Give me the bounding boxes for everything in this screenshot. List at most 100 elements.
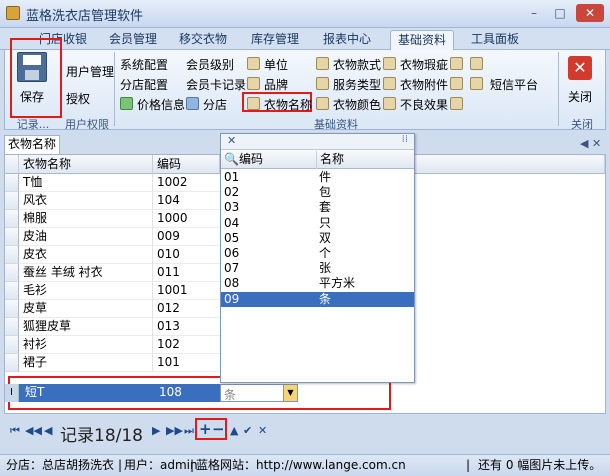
authorize-button[interactable]: 授权: [66, 90, 90, 107]
tab-tools[interactable]: 工具面板: [466, 30, 524, 50]
dropdown-option[interactable]: 06 个: [221, 246, 414, 261]
service-type-button[interactable]: 服务类型: [333, 76, 381, 93]
tab-transfer[interactable]: 移交衣物: [174, 30, 232, 50]
edit-cell-code[interactable]: 108: [155, 384, 220, 402]
cell-clothing-name[interactable]: 皮油: [19, 228, 153, 246]
dropdown-option[interactable]: 07 张: [221, 261, 414, 276]
first-record-button[interactable]: ⏮: [10, 424, 20, 438]
extra-icon-4[interactable]: [450, 97, 463, 110]
dropdown-header-name[interactable]: 名称: [316, 151, 414, 169]
last-record-button[interactable]: ⏭: [184, 424, 194, 438]
column-header-code[interactable]: 编码: [153, 155, 220, 174]
cell-clothing-name[interactable]: 蚕丝 羊绒 衬衣: [19, 264, 153, 282]
close-window-button[interactable]: ✕: [576, 4, 604, 22]
document-tab-clothing-name[interactable]: 衣物名称: [4, 135, 60, 154]
dropdown-option[interactable]: 01 件: [221, 170, 414, 185]
dropdown-option[interactable]: 04 只: [221, 216, 414, 231]
branch-config-button[interactable]: 分店配置: [120, 76, 168, 93]
cell-code[interactable]: 101: [153, 354, 220, 372]
tab-scroll-icon[interactable]: ◀ ✕: [580, 137, 601, 150]
tab-member[interactable]: 会员管理: [104, 30, 162, 50]
tab-reports[interactable]: 报表中心: [318, 30, 376, 50]
cell-code[interactable]: 013: [153, 318, 220, 336]
price-info-button[interactable]: 价格信息: [137, 96, 185, 113]
cell-code[interactable]: 010: [153, 246, 220, 264]
column-header-name[interactable]: 衣物名称: [19, 155, 153, 174]
cell-clothing-name[interactable]: 裙子: [19, 354, 153, 372]
dropdown-arrow-icon[interactable]: ▼: [283, 385, 297, 401]
clothing-color-button[interactable]: 衣物颜色: [333, 96, 381, 113]
tab-inventory[interactable]: 库存管理: [246, 30, 304, 50]
cell-clothing-name[interactable]: 风衣: [19, 192, 153, 210]
dropdown-grip-icon[interactable]: ⁞⁞: [402, 134, 408, 145]
cell-code[interactable]: 1002: [153, 174, 220, 192]
close-icon[interactable]: ✕: [568, 56, 592, 80]
bad-effect-button[interactable]: 不良效果: [400, 96, 448, 113]
cell-code[interactable]: 012: [153, 300, 220, 318]
edit-cell-name[interactable]: 短T: [21, 384, 151, 402]
member-card-record-button[interactable]: 会员卡记录: [186, 76, 246, 93]
clothing-attachment-button[interactable]: 衣物附件: [400, 76, 448, 93]
dropdown-option[interactable]: 08 平方米: [221, 276, 414, 291]
dropdown-close-icon[interactable]: ✕: [227, 134, 236, 147]
brand-button[interactable]: 品牌: [264, 76, 288, 93]
row-indicator[interactable]: [5, 300, 19, 318]
dropdown-option[interactable]: 02 包: [221, 185, 414, 200]
clothing-name-button[interactable]: 衣物名称: [264, 96, 312, 113]
row-indicator[interactable]: [5, 174, 19, 192]
unit-combobox[interactable]: 条 ▼: [220, 384, 298, 402]
cell-clothing-name[interactable]: 狐狸皮草: [19, 318, 153, 336]
cell-clothing-name[interactable]: T恤: [19, 174, 153, 192]
row-indicator[interactable]: [5, 354, 19, 372]
next-page-button[interactable]: ▶▶: [166, 424, 183, 437]
cell-clothing-name[interactable]: 衬衫: [19, 336, 153, 354]
dropdown-option[interactable]: 09 条: [221, 291, 414, 307]
cell-code[interactable]: 102: [153, 336, 220, 354]
row-indicator[interactable]: [5, 282, 19, 300]
row-indicator[interactable]: [5, 228, 19, 246]
system-config-button[interactable]: 系统配置: [120, 56, 168, 73]
dropdown-header-code[interactable]: 🔍编码: [221, 151, 316, 169]
cancel-edit-button[interactable]: ✕: [258, 424, 267, 437]
clothing-defect-button[interactable]: 衣物瑕疵: [400, 56, 448, 73]
dropdown-option[interactable]: 03 套: [221, 200, 414, 215]
cell-code[interactable]: 104: [153, 192, 220, 210]
add-record-button[interactable]: +: [199, 420, 212, 438]
row-indicator[interactable]: [5, 264, 19, 282]
cell-code[interactable]: 009: [153, 228, 220, 246]
cell-code[interactable]: 011: [153, 264, 220, 282]
sms-platform-button[interactable]: 短信平台: [490, 76, 538, 93]
row-indicator[interactable]: [5, 336, 19, 354]
row-indicator[interactable]: [5, 246, 19, 264]
row-indicator[interactable]: [5, 318, 19, 336]
extra-icon-3[interactable]: [450, 77, 463, 90]
extra-icon-2[interactable]: [470, 57, 483, 70]
close-button[interactable]: 关闭: [568, 88, 592, 105]
member-level-button[interactable]: 会员级别: [186, 56, 234, 73]
remove-record-button[interactable]: −: [212, 420, 225, 438]
cell-code[interactable]: 1001: [153, 282, 220, 300]
clothing-style-button[interactable]: 衣物款式: [333, 56, 381, 73]
save-button[interactable]: 保存: [20, 88, 44, 105]
unit-button[interactable]: 单位: [264, 56, 288, 73]
cell-clothing-name[interactable]: 毛衫: [19, 282, 153, 300]
extra-icon-1[interactable]: [450, 57, 463, 70]
floppy-icon[interactable]: [17, 52, 47, 82]
maximize-button[interactable]: □: [548, 4, 572, 22]
edit-record-button[interactable]: ▲: [230, 424, 238, 437]
cell-clothing-name[interactable]: 皮草: [19, 300, 153, 318]
prev-record-button[interactable]: ◀: [44, 424, 52, 437]
branch-button[interactable]: 分店: [203, 96, 227, 113]
row-indicator[interactable]: [5, 210, 19, 228]
tab-basic-data[interactable]: 基础资料: [390, 30, 454, 50]
user-management-button[interactable]: 用户管理: [66, 63, 114, 80]
cell-code[interactable]: 1000: [153, 210, 220, 228]
next-record-button[interactable]: ▶: [152, 424, 160, 437]
dropdown-option[interactable]: 05 双: [221, 231, 414, 246]
confirm-button[interactable]: ✔: [243, 424, 252, 437]
cell-clothing-name[interactable]: 棉服: [19, 210, 153, 228]
minimize-button[interactable]: –: [522, 4, 546, 22]
cell-clothing-name[interactable]: 皮衣: [19, 246, 153, 264]
row-indicator[interactable]: [5, 192, 19, 210]
prev-page-button[interactable]: ◀◀: [25, 424, 42, 437]
